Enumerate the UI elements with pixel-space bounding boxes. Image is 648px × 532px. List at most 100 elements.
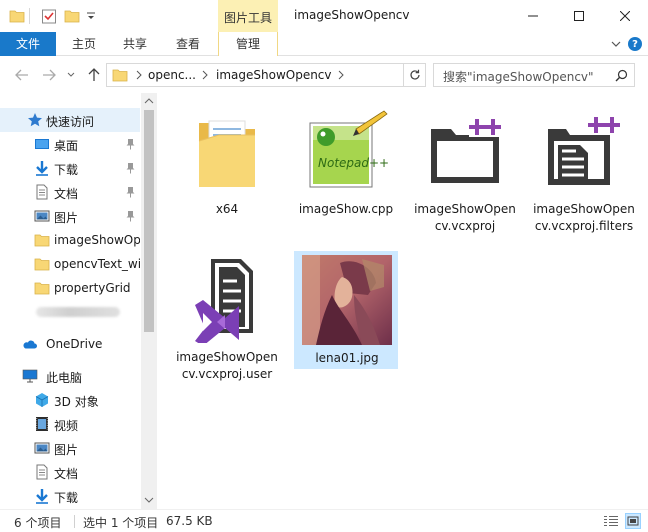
file-item-vcxproj-user[interactable]: imageShowOpencv.vcxproj.user xyxy=(175,251,279,385)
minimize-button[interactable] xyxy=(510,0,556,32)
tab-manage[interactable]: 管理 xyxy=(218,32,278,56)
back-button[interactable] xyxy=(14,67,30,83)
tab-share[interactable]: 共享 xyxy=(113,32,157,56)
sidebar-item-quick-access[interactable]: 快速访问 xyxy=(0,108,140,132)
file-item-vcxproj-filters[interactable]: imageShowOpencv.vcxproj.filters xyxy=(532,103,636,253)
forward-button[interactable] xyxy=(41,67,57,83)
chevron-down-icon xyxy=(611,41,621,47)
chevron-right-icon[interactable] xyxy=(135,70,143,80)
sidebar-item-label: 此电脑 xyxy=(46,371,83,385)
large-icons-view-button[interactable] xyxy=(625,513,641,529)
sidebar-scrollbar[interactable] xyxy=(141,93,157,509)
chevron-right-icon[interactable] xyxy=(337,70,345,80)
file-item-x64[interactable]: x64 xyxy=(175,103,279,216)
close-button[interactable] xyxy=(602,0,648,32)
file-item-lena01-jpg[interactable]: lena01.jpg xyxy=(294,251,398,369)
pin-icon[interactable] xyxy=(125,162,136,174)
sidebar-item-desktop[interactable]: 桌面 xyxy=(0,132,140,156)
maximize-icon xyxy=(574,11,584,21)
sidebar-item-documents[interactable]: 文档 xyxy=(0,180,140,204)
sidebar-item-downloads[interactable]: 下载 xyxy=(0,156,140,180)
up-button[interactable] xyxy=(86,67,102,83)
sidebar-item-label: 下载 xyxy=(54,491,79,505)
sidebar-item-label: 图片 xyxy=(54,211,79,225)
breadcrumb-opencv[interactable]: openc... xyxy=(148,68,196,82)
pin-icon[interactable] xyxy=(125,186,136,198)
sidebar-item-label: opencvText_wir xyxy=(54,257,140,271)
sidebar-item-redacted[interactable] xyxy=(0,300,140,324)
notepadpp-icon: Notepad++ xyxy=(294,103,398,199)
sidebar-item-propertygrid[interactable]: propertyGrid xyxy=(0,276,140,300)
file-name: imageShowOpencv.vcxproj xyxy=(414,202,516,233)
scroll-up-icon[interactable] xyxy=(144,97,154,105)
breadcrumb-current[interactable]: imageShowOpencv xyxy=(216,68,332,82)
scroll-down-icon[interactable] xyxy=(144,496,154,504)
refresh-icon xyxy=(409,69,420,80)
customize-quick-access-icon[interactable] xyxy=(86,8,96,24)
sidebar-item-onedrive[interactable]: OneDrive xyxy=(0,332,140,356)
video-icon xyxy=(36,417,48,431)
address-bar[interactable]: openc... imageShowOpencv xyxy=(106,63,501,87)
item-count: 6 个项目 xyxy=(14,516,62,530)
onedrive-icon xyxy=(23,340,37,349)
file-item-vcxproj[interactable]: imageShowOpencv.vcxproj xyxy=(413,103,517,233)
status-bar: 6 个项目 选中 1 个项目 67.5 KB xyxy=(0,509,648,532)
sidebar-item-pc-pictures[interactable]: 图片 xyxy=(0,436,140,460)
sidebar-item-label: 快速访问 xyxy=(46,115,95,129)
sidebar-item-pc-downloads[interactable]: 下载 xyxy=(0,484,140,508)
download-icon xyxy=(36,489,48,504)
folder-icon xyxy=(175,103,279,199)
recent-locations-button[interactable] xyxy=(66,67,76,83)
vcxproj-icon xyxy=(413,103,517,199)
tab-view[interactable]: 查看 xyxy=(166,32,210,56)
sidebar-item-label: propertyGrid xyxy=(54,281,131,295)
tab-file[interactable]: 文件 xyxy=(0,32,56,56)
computer-icon xyxy=(22,369,38,383)
image-thumbnail xyxy=(295,252,399,348)
window-title: imageShowOpencv xyxy=(294,8,410,22)
search-box[interactable]: 搜索"imageShowOpencv" xyxy=(433,63,635,87)
sidebar-item-label: OneDrive xyxy=(46,337,103,351)
sidebar-item-opencvtext[interactable]: opencvText_wir xyxy=(0,252,140,276)
download-icon xyxy=(36,161,48,176)
status-divider xyxy=(74,515,75,528)
properties-icon[interactable] xyxy=(41,8,57,24)
sidebar-item-this-pc[interactable]: 此电脑 xyxy=(0,364,140,388)
tab-home[interactable]: 主页 xyxy=(62,32,106,56)
sidebar-item-videos[interactable]: 视频 xyxy=(0,412,140,436)
large-icons-view-icon xyxy=(627,516,639,526)
pictures-icon xyxy=(34,210,50,222)
chevron-right-icon[interactable] xyxy=(201,70,209,80)
scrollbar-thumb[interactable] xyxy=(144,110,154,332)
navigation-pane: 快速访问 桌面 下载 文档 图片 imageShowOp opencvText_… xyxy=(0,93,157,509)
file-name: imageShowOpencv.vcxproj.user xyxy=(176,350,278,381)
arrow-right-icon xyxy=(43,69,56,81)
refresh-button[interactable] xyxy=(403,64,425,86)
sidebar-item-label: 桌面 xyxy=(54,139,79,153)
pictures-icon xyxy=(34,442,50,454)
folder-icon xyxy=(34,282,50,295)
sidebar-item-imageshowop[interactable]: imageShowOp xyxy=(0,228,140,252)
folder-icon[interactable] xyxy=(9,8,25,24)
sidebar-item-label: 3D 对象 xyxy=(54,395,99,409)
help-button[interactable]: ? xyxy=(628,37,642,51)
search-icon[interactable] xyxy=(615,69,628,82)
star-icon xyxy=(28,113,42,127)
chevron-down-icon xyxy=(67,72,75,77)
details-view-button[interactable] xyxy=(603,513,619,529)
maximize-button[interactable] xyxy=(556,0,602,32)
context-tab-label: 图片工具 xyxy=(223,11,272,25)
redacted-item xyxy=(36,307,120,317)
pin-icon[interactable] xyxy=(125,210,136,222)
new-folder-icon[interactable] xyxy=(64,8,80,24)
sidebar-item-pc-documents[interactable]: 文档 xyxy=(0,460,140,484)
arrow-left-icon xyxy=(15,69,28,81)
file-item-imageshow-cpp[interactable]: Notepad++ imageShow.cpp xyxy=(294,103,398,216)
expand-ribbon-button[interactable] xyxy=(609,37,623,51)
sidebar-item-pictures[interactable]: 图片 xyxy=(0,204,140,228)
vcxproj-filters-icon xyxy=(532,103,636,199)
sidebar-item-3d-objects[interactable]: 3D 对象 xyxy=(0,388,140,412)
pin-icon[interactable] xyxy=(125,138,136,150)
file-name: lena01.jpg xyxy=(315,351,379,365)
sidebar-item-label: 文档 xyxy=(54,467,79,481)
